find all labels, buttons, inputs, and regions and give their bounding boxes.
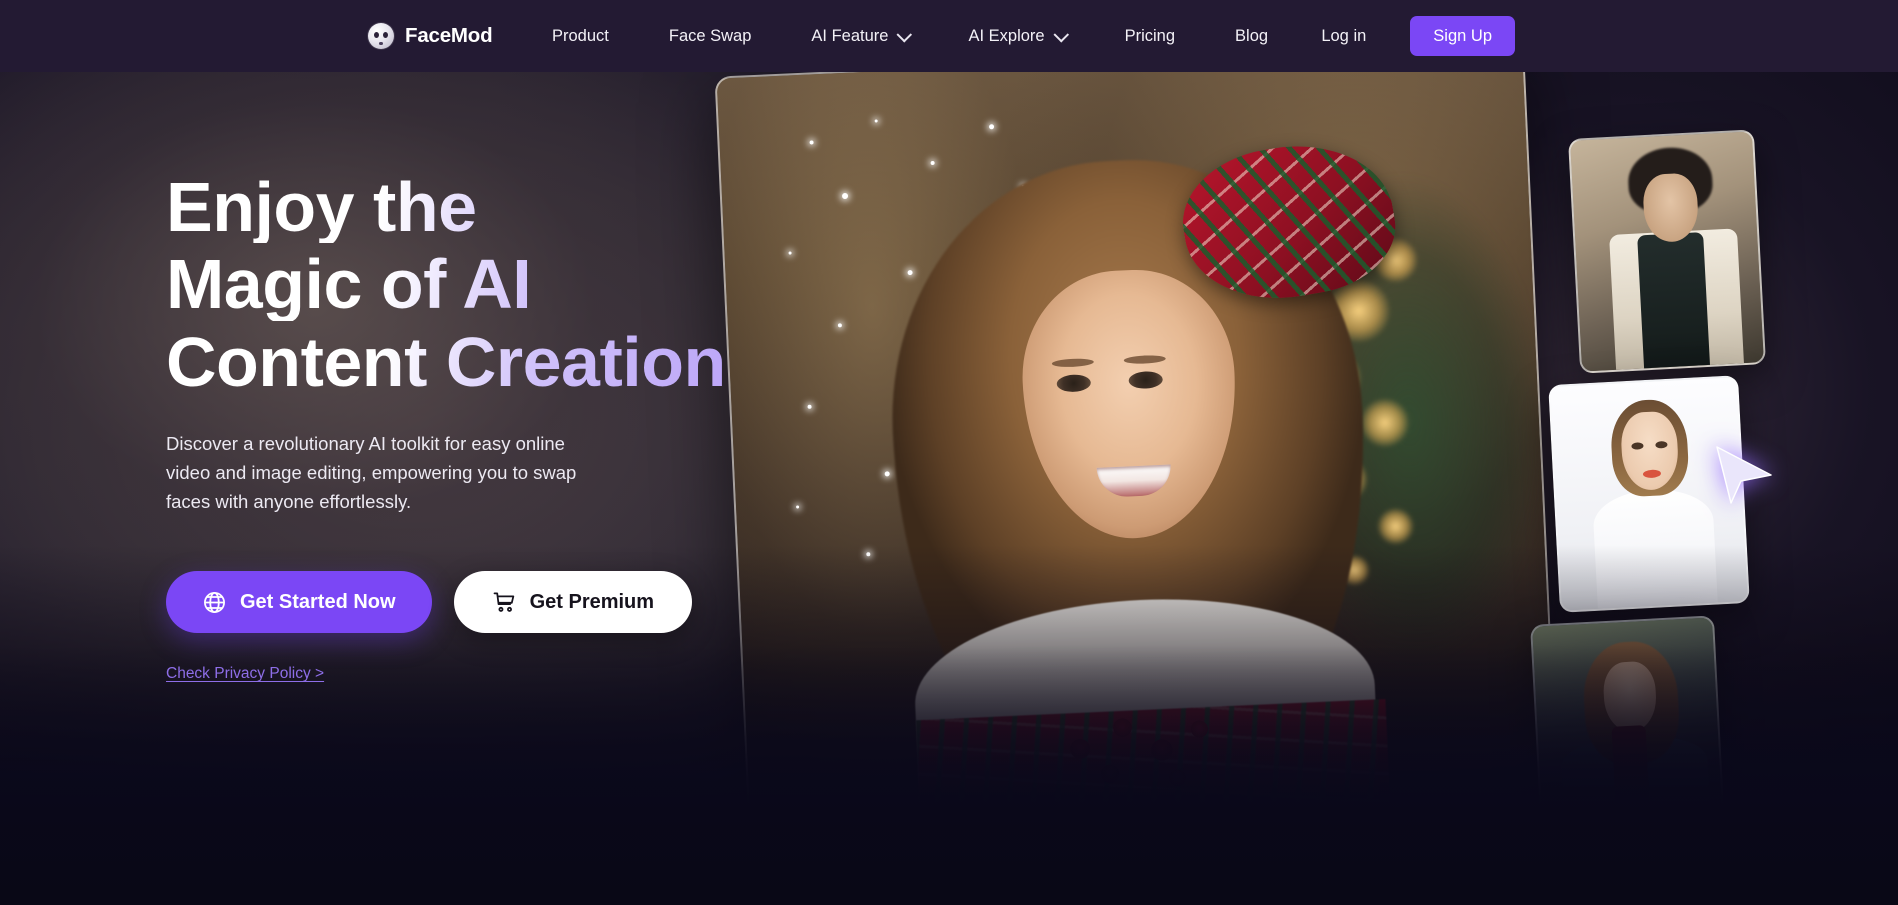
nav-right-actions: Log in Sign Up xyxy=(1321,0,1898,72)
nav-item-blog[interactable]: Blog xyxy=(1205,0,1298,72)
face-circle-icon xyxy=(368,23,394,49)
hero-subtext: Discover a revolutionary AI toolkit for … xyxy=(166,433,577,512)
nav-item-product[interactable]: Product xyxy=(522,0,639,72)
nav-links: Product Face Swap AI Feature AI Explore … xyxy=(522,0,1298,72)
nav-item-label: Pricing xyxy=(1124,27,1176,45)
get-started-button-label: Get Started Now xyxy=(240,590,396,613)
page-title: Enjoy the Magic of AI Content Creation xyxy=(166,171,806,398)
hero-cta-row: Get Started Now Get Premium xyxy=(166,571,806,634)
privacy-policy-link[interactable]: Check Privacy Policy > xyxy=(166,665,324,683)
shopping-cart-icon xyxy=(492,590,517,615)
brand-name: FaceMod xyxy=(405,24,493,47)
nav-item-face-swap[interactable]: Face Swap xyxy=(639,0,782,72)
nav-item-ai-feature[interactable]: AI Feature xyxy=(781,0,938,72)
hero-copy-column: Enjoy the Magic of AI Content Creation D… xyxy=(166,171,806,683)
nav-inner: FaceMod Product Face Swap AI Feature AI … xyxy=(0,0,1898,72)
brand-logo[interactable]: FaceMod xyxy=(368,0,493,72)
chevron-down-icon xyxy=(1053,26,1069,43)
nav-item-label: AI Feature xyxy=(811,27,889,45)
hero-bottom-tint xyxy=(0,645,1898,905)
nav-item-label: Blog xyxy=(1235,27,1269,45)
globe-icon xyxy=(202,590,227,615)
thumbnail-card[interactable] xyxy=(1567,129,1767,374)
get-started-button[interactable]: Get Started Now xyxy=(166,571,432,634)
login-link[interactable]: Log in xyxy=(1321,27,1410,46)
page-root: FaceMod Product Face Swap AI Feature AI … xyxy=(0,0,1898,905)
top-navigation-bar: FaceMod Product Face Swap AI Feature AI … xyxy=(0,0,1898,72)
headline-line-1: Enjoy the xyxy=(166,171,806,243)
get-premium-button-label: Get Premium xyxy=(529,590,655,613)
sparkle xyxy=(874,119,878,123)
nav-item-ai-explore[interactable]: AI Explore xyxy=(938,0,1094,72)
headline-line-3: Content Creation xyxy=(166,326,806,398)
headline-line-2: Magic of AI xyxy=(166,248,806,320)
signup-button[interactable]: Sign Up xyxy=(1410,16,1515,56)
nav-item-label: Face Swap xyxy=(668,27,752,45)
get-premium-button[interactable]: Get Premium xyxy=(453,571,693,634)
nav-item-pricing[interactable]: Pricing xyxy=(1095,0,1205,72)
nav-item-label: AI Explore xyxy=(968,27,1045,45)
thumbnail-detail xyxy=(1637,232,1711,374)
nav-item-label: Product xyxy=(552,27,609,45)
hero-section: Enjoy the Magic of AI Content Creation D… xyxy=(0,72,1898,905)
chevron-down-icon xyxy=(896,26,913,43)
